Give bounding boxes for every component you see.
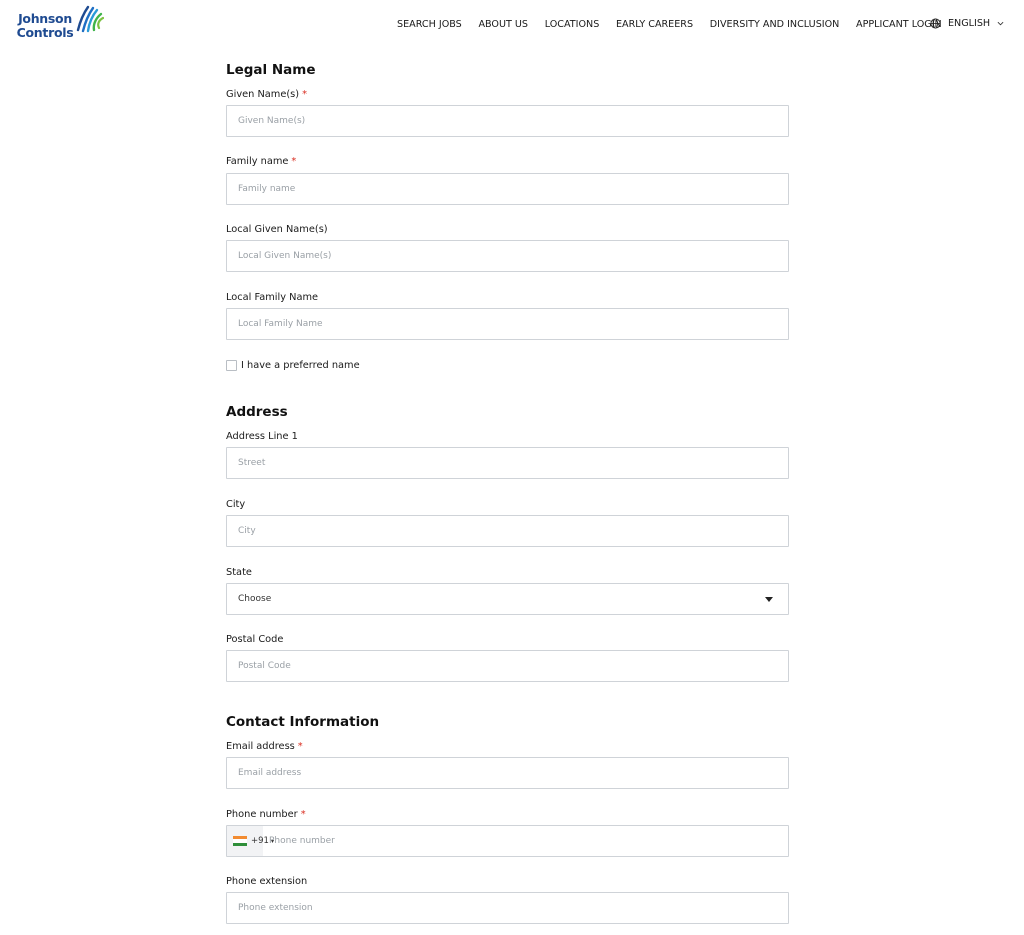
main-nav: SEARCH JOBS ABOUT US LOCATIONS EARLY CAR… <box>397 19 958 30</box>
legal-name-heading: Legal Name <box>226 62 316 78</box>
nav-locations[interactable]: LOCATIONS <box>545 19 600 30</box>
site-header: Johnson Controls SEARCH JOBS ABOUT US LO… <box>0 0 1024 50</box>
family-name-label-text: Family name <box>226 156 289 167</box>
johnson-controls-logo[interactable]: Johnson Controls <box>14 4 106 44</box>
address-heading: Address <box>226 404 288 420</box>
phone-label-text: Phone number <box>226 809 298 820</box>
address-line1-input[interactable] <box>226 447 789 479</box>
logo-line1: Johnson <box>18 11 72 26</box>
given-name-label-text: Given Name(s) <box>226 89 300 100</box>
phone-number-input[interactable] <box>263 826 788 856</box>
state-select[interactable]: Choose <box>226 583 789 615</box>
required-marker: * <box>291 156 297 167</box>
country-code-selector[interactable]: +91 ▾ <box>227 826 274 856</box>
preferred-name-option[interactable]: I have a preferred name <box>226 360 360 371</box>
nav-applicant-login[interactable]: APPLICANT LOGIN <box>856 19 942 30</box>
postal-code-input[interactable] <box>226 650 789 682</box>
preferred-name-checkbox[interactable] <box>226 360 237 371</box>
family-name-label: Family name * <box>226 156 296 167</box>
caret-down-icon <box>765 596 773 602</box>
address-line1-label: Address Line 1 <box>226 431 298 442</box>
local-given-name-input[interactable] <box>226 240 789 272</box>
nav-about-us[interactable]: ABOUT US <box>478 19 528 30</box>
language-selector[interactable]: ENGLISH <box>930 18 1011 29</box>
family-name-input[interactable] <box>226 173 789 205</box>
city-input[interactable] <box>226 515 789 547</box>
email-label: Email address * <box>226 741 303 752</box>
logo-mark-icon <box>76 5 104 33</box>
local-given-name-label: Local Given Name(s) <box>226 224 328 235</box>
given-name-label: Given Name(s) * <box>226 89 307 100</box>
india-flag-icon <box>233 836 247 846</box>
contact-info-heading: Contact Information <box>226 714 380 730</box>
local-family-name-label: Local Family Name <box>226 292 319 303</box>
phone-extension-label: Phone extension <box>226 876 308 887</box>
language-label: ENGLISH <box>948 18 991 29</box>
city-label: City <box>226 499 246 510</box>
nav-search-jobs[interactable]: SEARCH JOBS <box>397 19 462 30</box>
required-marker: * <box>300 809 306 820</box>
state-label: State <box>226 567 252 578</box>
chevron-down-icon <box>997 21 1004 26</box>
preferred-name-label: I have a preferred name <box>241 360 360 371</box>
state-selected-value: Choose <box>238 594 272 604</box>
postal-code-label: Postal Code <box>226 634 284 645</box>
phone-extension-input[interactable] <box>226 892 789 924</box>
given-name-input[interactable] <box>226 105 789 137</box>
phone-label: Phone number * <box>226 809 306 820</box>
email-label-text: Email address <box>226 741 295 752</box>
required-marker: * <box>297 741 303 752</box>
logo-text: Johnson Controls <box>14 12 76 40</box>
local-family-name-input[interactable] <box>226 308 789 340</box>
email-input[interactable] <box>226 757 789 789</box>
globe-icon <box>930 18 941 29</box>
required-marker: * <box>302 89 308 100</box>
nav-diversity-inclusion[interactable]: DIVERSITY AND INCLUSION <box>710 19 840 30</box>
nav-early-careers[interactable]: EARLY CAREERS <box>616 19 693 30</box>
logo-line2: Controls <box>16 25 74 40</box>
phone-field: +91 ▾ <box>226 825 789 857</box>
